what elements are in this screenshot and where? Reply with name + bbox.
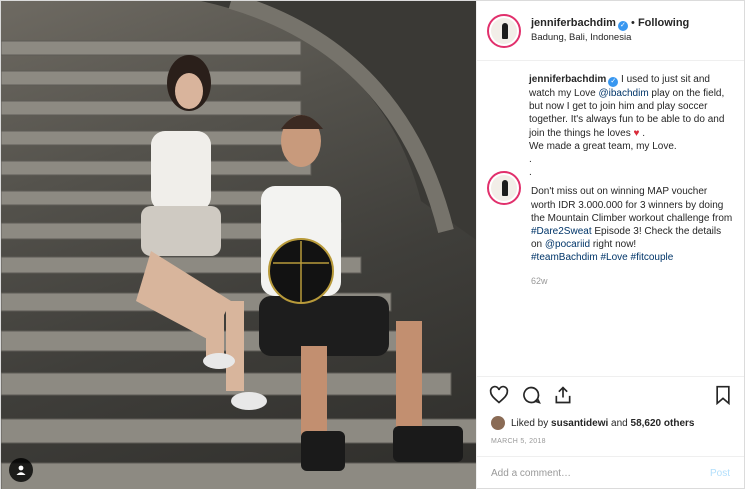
post-side-panel: jenniferbachdim ✓ • Following Badung, Bal… bbox=[476, 1, 744, 489]
sponsor-text-end: right now! bbox=[590, 239, 637, 251]
sponsored-comment: Don't miss out on winning MAP voucher wo… bbox=[487, 171, 734, 287]
caption-text-end: . bbox=[639, 127, 646, 139]
comment-input[interactable]: Add a comment… bbox=[491, 468, 571, 479]
post-photo[interactable] bbox=[1, 1, 476, 489]
author-avatar[interactable] bbox=[487, 13, 521, 48]
mention-link[interactable]: @ibachdim bbox=[598, 88, 648, 99]
comment-timestamp[interactable]: 62w bbox=[531, 275, 734, 288]
instagram-post: jenniferbachdim ✓ • Following Badung, Bal… bbox=[0, 0, 745, 489]
verified-icon: ✓ bbox=[617, 21, 628, 31]
hashtag-link[interactable]: #fitcouple bbox=[631, 252, 674, 263]
bookmark-icon[interactable] bbox=[714, 385, 732, 405]
commenter-avatar[interactable] bbox=[487, 171, 521, 206]
action-bar bbox=[477, 376, 744, 412]
post-comment-button[interactable]: Post bbox=[710, 468, 730, 479]
likes-count[interactable]: 58,620 others bbox=[631, 418, 695, 429]
likes-middle: and bbox=[608, 417, 631, 429]
author-username[interactable]: jenniferbachdim bbox=[531, 17, 616, 29]
caption-line-2: We made a great team, my Love. bbox=[529, 140, 677, 152]
following-button[interactable]: Following bbox=[638, 17, 689, 29]
mention-link[interactable]: @pocariid bbox=[545, 239, 590, 250]
header-separator: • bbox=[631, 17, 635, 29]
comment-icon[interactable] bbox=[521, 385, 541, 405]
photo-illustration bbox=[1, 1, 476, 489]
heart-icon[interactable] bbox=[489, 385, 509, 405]
caption-username[interactable]: jenniferbachdim bbox=[529, 74, 606, 85]
caption-dot: . bbox=[529, 154, 532, 166]
liker-username[interactable]: susantidewi bbox=[551, 418, 608, 429]
add-comment-box: Add a comment… Post bbox=[477, 456, 744, 489]
location-link[interactable]: Badung, Bali, Indonesia bbox=[531, 31, 689, 44]
hashtag-link[interactable]: #teamBachdim bbox=[531, 252, 598, 263]
comments-section: jenniferbachdim ✓ I used to just sit and … bbox=[477, 61, 744, 376]
post-date[interactable]: MARCH 5, 2018 bbox=[477, 434, 744, 456]
hashtag-link[interactable]: #Dare2Sweat bbox=[531, 226, 592, 237]
likes-row: Liked by susantidewi and 58,620 others bbox=[477, 412, 744, 434]
post-header: jenniferbachdim ✓ • Following Badung, Bal… bbox=[477, 1, 744, 61]
liker-avatar[interactable] bbox=[491, 416, 505, 430]
hashtag-link[interactable]: #Love bbox=[600, 252, 627, 263]
user-tag-icon[interactable] bbox=[9, 458, 33, 482]
caption-comment: jenniferbachdim ✓ I used to just sit and … bbox=[529, 73, 734, 179]
sponsor-text: Don't miss out on winning MAP voucher wo… bbox=[531, 186, 733, 224]
share-icon[interactable] bbox=[553, 385, 573, 405]
likes-prefix: Liked by bbox=[511, 417, 549, 429]
verified-icon: ✓ bbox=[608, 77, 619, 87]
